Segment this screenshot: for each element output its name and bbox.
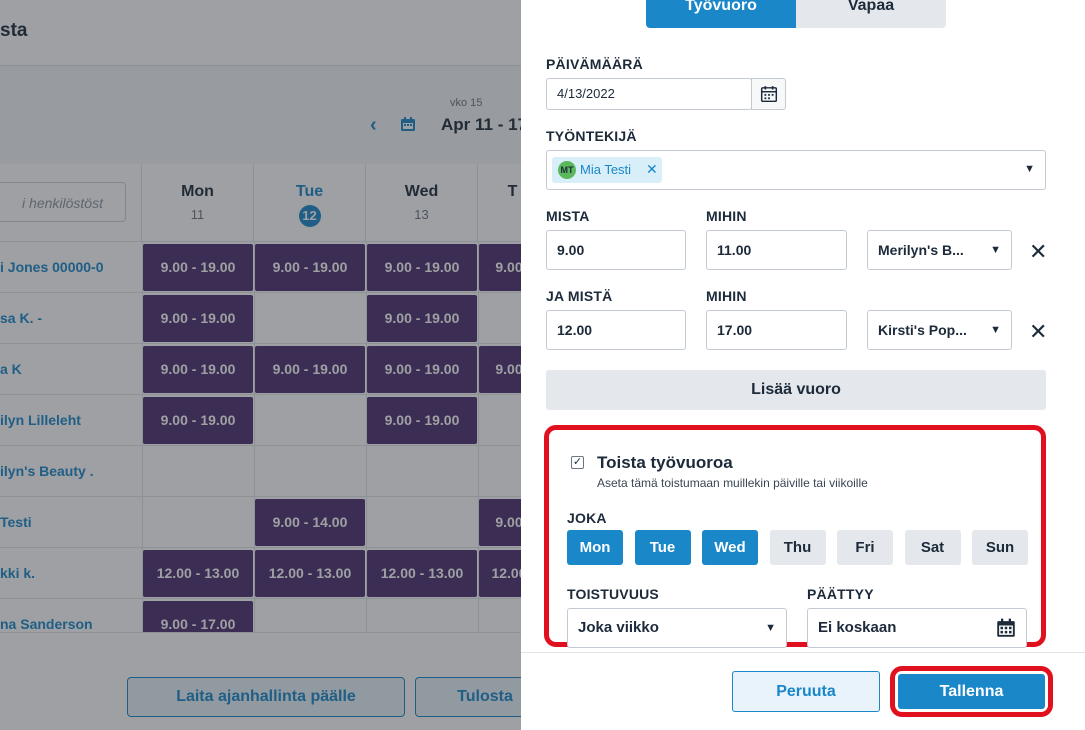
repeat-title: Toista työvuoroa (597, 453, 733, 472)
calendar-icon (997, 618, 1015, 637)
chevron-down-icon: ▼ (1024, 163, 1035, 175)
remove-shift2-icon[interactable]: ✕ (1029, 319, 1047, 345)
tab-time-off[interactable]: Vapaa (796, 0, 946, 28)
repeat-subtitle: Aseta tämä toistumaan muillekin päiville… (597, 476, 868, 490)
tab-time-off-label: Vapaa (847, 0, 895, 14)
remove-shift1-icon[interactable]: ✕ (1029, 239, 1047, 265)
cancel-button[interactable]: Peruuta (732, 671, 880, 712)
from-label: MISTA (546, 208, 590, 224)
shift1-location-select[interactable]: Merilyn's B... ▼ (867, 230, 1012, 270)
calendar-icon (760, 86, 778, 103)
repeat-day-tue-button[interactable]: Tue (634, 530, 691, 565)
chevron-down-icon: ▼ (990, 324, 1001, 336)
repeat-day-fri-button[interactable]: Fri (837, 530, 893, 565)
employee-chip-name: Mia Testi (580, 162, 632, 177)
ends-label: PÄÄTTYY (807, 586, 874, 602)
chevron-down-icon: ▼ (765, 622, 776, 634)
remove-employee-icon[interactable]: ✕ (646, 161, 658, 178)
drawer-footer-divider (521, 652, 1085, 653)
shift2-location-value: Kirsti's Pop... (878, 322, 967, 338)
frequency-select[interactable]: Joka viikko ▼ (567, 608, 787, 648)
end-date-value: Ei koskaan (818, 619, 897, 636)
chevron-down-icon: ▼ (990, 244, 1001, 256)
tab-shift-label: Työvuoro (685, 0, 757, 14)
shift2-end-input[interactable]: 17.00 (706, 310, 847, 350)
employee-label: TYÖNTEKIJÄ (546, 128, 637, 144)
shift1-location-value: Merilyn's B... (878, 242, 964, 258)
date-input[interactable]: 4/13/2022 (546, 78, 752, 110)
repeat-days-label: JOKA (567, 510, 607, 526)
frequency-value: Joka viikko (578, 619, 659, 636)
tab-shift[interactable]: Työvuoro (646, 0, 796, 28)
date-picker-button[interactable] (751, 78, 786, 110)
repeat-checkbox[interactable]: ✓ (571, 456, 584, 469)
shift-drawer: Työvuoro Vapaa PÄIVÄMÄÄRÄ 4/13/2022 TYÖN… (521, 0, 1085, 730)
add-shift-button[interactable]: Lisää vuoro (546, 370, 1046, 410)
frequency-label: TOISTUVUUS (567, 586, 659, 602)
to-label: MIHIN (706, 288, 747, 304)
shift1-end-input[interactable]: 11.00 (706, 230, 847, 270)
repeat-shift-section: ✓ Toista työvuoroa Aseta tämä toistumaan… (544, 425, 1046, 648)
repeat-day-thu-button[interactable]: Thu (769, 530, 826, 565)
repeat-day-sat-button[interactable]: Sat (904, 530, 961, 565)
to-label: MIHIN (706, 208, 747, 224)
and-from-label: JA MISTÄ (546, 288, 613, 304)
shift2-location-select[interactable]: Kirsti's Pop... ▼ (867, 310, 1012, 350)
avatar: MT (558, 161, 576, 179)
employee-select[interactable]: MT Mia Testi ✕ ▼ (546, 150, 1046, 190)
employee-chip: MT Mia Testi ✕ (552, 157, 662, 183)
repeat-day-sun-button[interactable]: Sun (972, 530, 1028, 565)
shift1-start-input[interactable]: 9.00 (546, 230, 686, 270)
save-button-highlight: Tallenna (890, 666, 1053, 717)
repeat-day-wed-button[interactable]: Wed (702, 530, 758, 565)
repeat-day-mon-button[interactable]: Mon (567, 530, 623, 565)
end-date-input[interactable]: Ei koskaan (807, 608, 1027, 648)
save-button[interactable]: Tallenna (898, 674, 1045, 709)
shift2-start-input[interactable]: 12.00 (546, 310, 686, 350)
date-label: PÄIVÄMÄÄRÄ (546, 56, 643, 72)
